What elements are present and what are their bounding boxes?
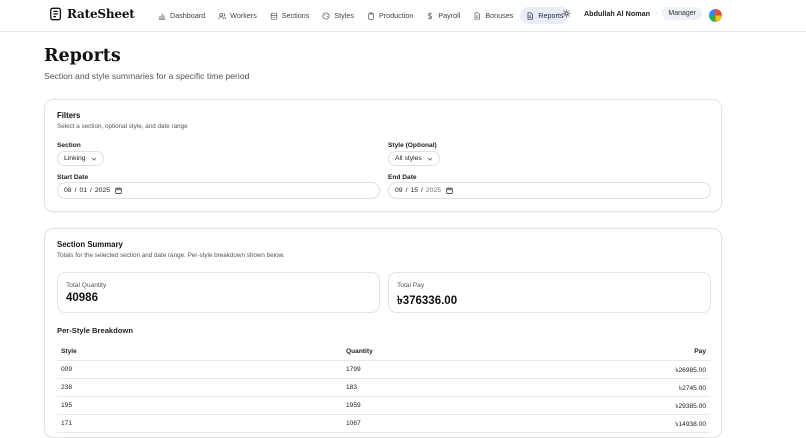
nav-item-production[interactable]: Production [361,7,419,24]
nav-item-bonuses[interactable]: Bonuses [467,7,519,24]
nav-item-workers[interactable]: Workers [212,7,263,24]
nav-label: Payroll [438,11,461,20]
nav-item-sections[interactable]: Sections [264,7,316,24]
table-row: 009 1799 ৳26985.00 [57,361,710,379]
column-header-quantity[interactable]: Quantity [346,348,546,355]
breakdown-title: Per-Style Breakdown [57,326,133,335]
document-icon [474,11,481,20]
cell-quantity: 1799 [346,366,361,373]
rate-sheet-logo-icon [50,7,62,21]
cell-style: 009 [61,366,73,373]
filters-title: Filters [57,111,81,120]
cell-pay: ৳2745.00 [678,384,706,392]
section-summary-card: Section Summary Totals for the selected … [44,228,722,438]
end-date-day: 15 [410,187,419,194]
nav-item-payroll[interactable]: Payroll [420,7,466,24]
nav-item-dashboard[interactable]: Dashboard [152,7,211,24]
report-icon [527,11,534,20]
calendar-icon[interactable] [115,187,122,194]
total-pay-label: Total Pay [397,282,425,289]
bar-chart-icon [158,13,166,20]
nav-label: Reports [538,11,564,20]
clipboard-icon [368,11,374,20]
column-header-pay[interactable]: Pay [546,348,706,355]
cell-style: 195 [61,402,73,409]
top-navigation-bar: RateSheet Dashboard Workers Sections Sty… [0,0,806,32]
palette-icon [322,11,330,20]
cell-style: 238 [61,384,73,391]
filters-card: Filters Select a section, optional style… [44,99,722,212]
total-quantity-label: Total Quantity [66,282,107,289]
filters-description: Select a section, optional style, and da… [57,123,188,130]
style-label: Style (Optional) [388,142,437,149]
page-subtitle: Section and style summaries for a specif… [44,71,250,81]
start-date-year: 2025 [94,187,111,194]
separator: · [655,10,658,17]
nav-label: Production [378,11,414,20]
user-area: Abdullah Al Noman · Manager [562,7,702,20]
table-header: Style Quantity Pay [57,342,710,361]
end-date-month: 09 [395,187,403,194]
app-name: RateSheet [67,7,135,21]
start-date-day: 01 [79,187,88,194]
summary-title: Section Summary [57,240,123,249]
section-value: Linking [64,155,86,162]
end-date-year: 2025 [425,187,442,194]
nav-label: Bonuses [485,11,514,20]
section-label: Section [57,142,81,149]
total-pay-value: ৳376336.00 [397,295,458,307]
avatar[interactable] [709,9,722,22]
total-quantity-value: 40986 [66,292,98,304]
nav-label: Dashboard [170,11,206,20]
cell-pay: ৳26985.00 [675,366,706,374]
column-header-style[interactable]: Style [61,348,346,355]
page-title: Reports [44,46,121,66]
brand[interactable]: RateSheet [49,7,135,21]
nav-label: Workers [230,11,257,20]
main-nav: Dashboard Workers Sections Styles Produc… [152,7,570,24]
start-date-month: 08 [64,187,72,194]
start-date-input[interactable]: 08/01/2025 [57,182,380,199]
users-icon [218,12,227,19]
chevron-down-icon [91,157,96,161]
role-badge: Manager [662,7,702,20]
total-pay-stat: Total Pay ৳376336.00 [388,272,711,313]
dollar-icon [428,12,433,19]
end-date-label: End Date [388,174,417,181]
summary-description: Totals for the selected section and date… [57,252,285,259]
nav-item-styles[interactable]: Styles [316,7,360,24]
user-name: Abdullah Al Noman [583,9,651,18]
chevron-down-icon [427,157,433,161]
calendar-icon[interactable] [446,187,453,194]
building-icon [270,12,277,20]
start-date-label: Start Date [57,174,89,181]
end-date-input[interactable]: 09/15/2025 [388,182,711,199]
nav-label: Sections [281,11,310,20]
table-row: 238 183 ৳2745.00 [57,379,710,397]
cell-quantity: 183 [346,384,358,391]
total-quantity-stat: Total Quantity 40986 [57,272,380,313]
section-select[interactable]: Linking [57,151,104,166]
cell-pay: ৳29385.00 [675,402,706,410]
table-row: 171 1067 ৳14938.00 [57,415,710,433]
cell-quantity: 1959 [346,402,361,409]
style-select[interactable]: All styles [388,151,440,166]
nav-label: Styles [334,11,354,20]
table-row: 195 1959 ৳29385.00 [57,397,710,415]
style-value: All styles [395,155,422,162]
sun-icon[interactable] [562,9,572,19]
breakdown-table: Style Quantity Pay 009 1799 ৳26985.00 23… [57,342,710,433]
